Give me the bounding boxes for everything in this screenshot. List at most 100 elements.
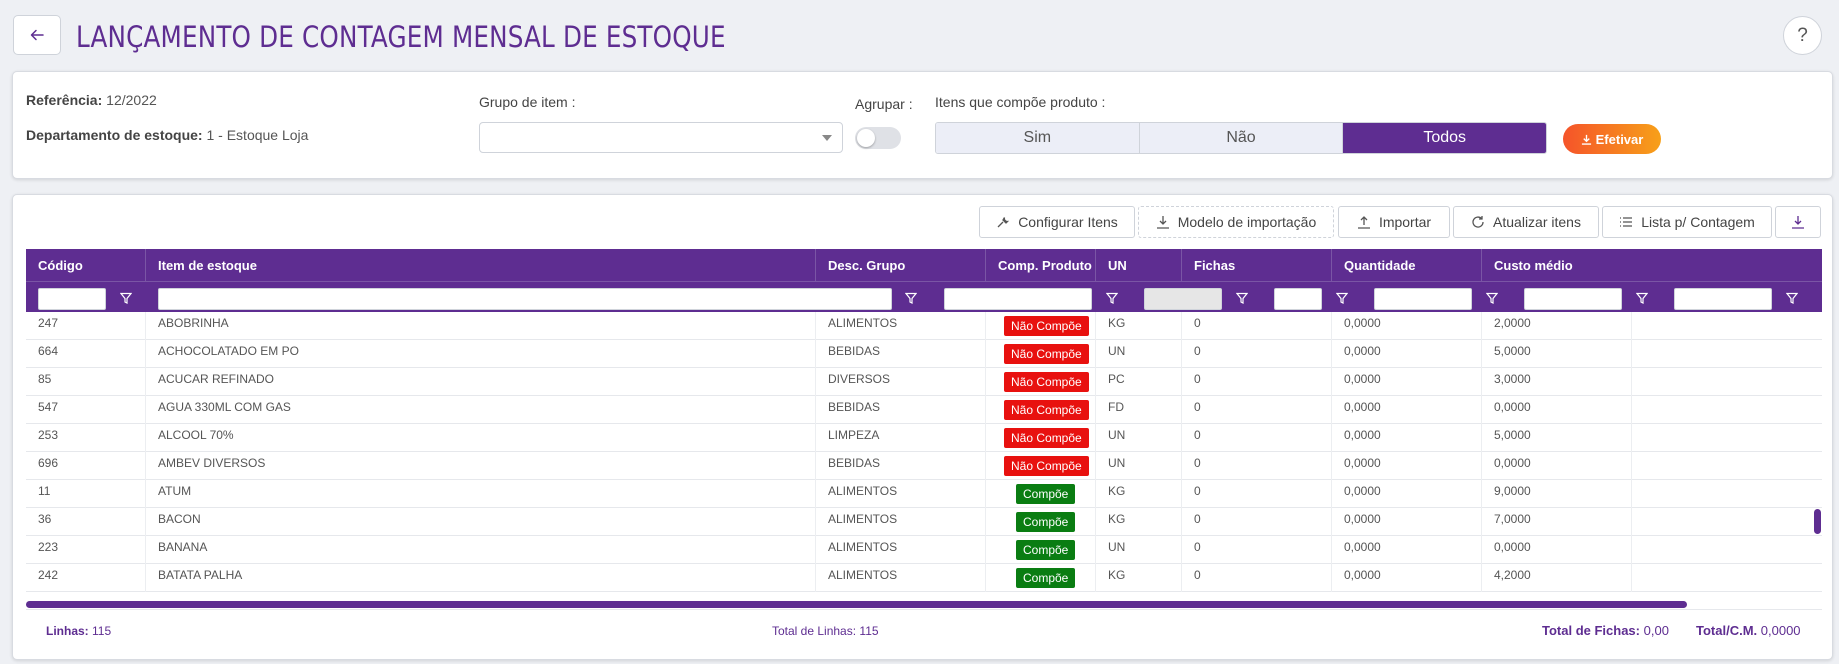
import-model-button[interactable]: Modelo de importação — [1138, 206, 1334, 238]
col-header-fichas[interactable]: Fichas — [1182, 249, 1332, 281]
top-bar: LANÇAMENTO DE CONTAGEM MENSAL DE ESTOQUE… — [0, 0, 1839, 70]
cell-qty[interactable]: 0,0000 — [1332, 312, 1482, 340]
cell-cost[interactable]: 2,0000 — [1482, 312, 1632, 340]
table-row[interactable]: 664 ACHOCOLATADO EM PO BEBIDAS Não Compõe UN… — [26, 340, 1822, 368]
table-row[interactable]: 36 BACON ALIMENTOS Compõe KG 0 0,0000 7,0000 — [26, 508, 1822, 536]
col-header-item[interactable]: Item de estoque — [146, 249, 816, 281]
group-by-toggle[interactable] — [855, 127, 901, 149]
cell-fichas[interactable]: 0 — [1182, 452, 1332, 480]
group-select[interactable] — [479, 122, 843, 153]
cell-cost[interactable]: 5,0000 — [1482, 424, 1632, 452]
comp-status-badge: Compõe — [1016, 512, 1076, 532]
cell-fichas[interactable]: 0 — [1182, 340, 1332, 368]
group-by-label: Agrupar : — [855, 96, 913, 112]
table-row[interactable]: 85 ACUCAR REFINADO DIVERSOS Não Compõe PC 0 0,… — [26, 368, 1822, 396]
cell-fichas[interactable]: 0 — [1182, 480, 1332, 508]
cell-comp: Não Compõe — [986, 312, 1096, 340]
cell-qty[interactable]: 0,0000 — [1332, 368, 1482, 396]
filter-qty-input[interactable] — [1524, 288, 1622, 310]
compose-option-todos[interactable]: Todos — [1343, 123, 1546, 153]
filter-item-input[interactable] — [158, 288, 892, 310]
col-header-un[interactable]: UN — [1096, 249, 1182, 281]
filter-icon[interactable] — [1486, 292, 1498, 304]
total-fichas: Total de Fichas: 0,00 — [1542, 623, 1669, 638]
cell-qty[interactable]: 0,0000 — [1332, 452, 1482, 480]
table-row[interactable]: 247 ABOBRINHA ALIMENTOS Não Compõe KG 0 0,0000… — [26, 312, 1822, 340]
cell-qty[interactable]: 0,0000 — [1332, 480, 1482, 508]
compose-option-sim[interactable]: Sim — [936, 123, 1140, 153]
filter-icon[interactable] — [1336, 292, 1348, 304]
comp-status-badge: Compõe — [1016, 484, 1076, 504]
cell-code: 11 — [26, 480, 146, 508]
cell-cost[interactable]: 9,0000 — [1482, 480, 1632, 508]
table-row[interactable]: 242 BATATA PALHA ALIMENTOS Compõe KG 0 0,0000 4… — [26, 564, 1822, 592]
col-header-code[interactable]: Código — [26, 249, 146, 281]
table-row[interactable]: 547 AGUA 330ML COM GAS BEBIDAS Não Compõe FD… — [26, 396, 1822, 424]
export-button[interactable] — [1775, 206, 1821, 238]
col-header-comp[interactable]: Comp. Produto — [986, 249, 1096, 281]
cell-un: PC — [1096, 368, 1182, 396]
filter-group-input[interactable] — [944, 288, 1092, 310]
cell-fichas[interactable]: 0 — [1182, 424, 1332, 452]
refresh-items-button[interactable]: Atualizar itens — [1453, 206, 1599, 238]
toggle-knob — [857, 129, 875, 147]
cell-cost[interactable]: 0,0000 — [1482, 396, 1632, 424]
filter-icon[interactable] — [1236, 292, 1248, 304]
table-row[interactable]: 253 ALCOOL 70% LIMPEZA Não Compõe UN 0 0,0000 5… — [26, 424, 1822, 452]
cell-qty[interactable]: 0,0000 — [1332, 564, 1482, 592]
cell-qty[interactable]: 0,0000 — [1332, 424, 1482, 452]
cell-cost[interactable]: 0,0000 — [1482, 536, 1632, 564]
filter-fichas-input[interactable] — [1374, 288, 1472, 310]
import-button[interactable]: Importar — [1338, 206, 1450, 238]
filter-icon[interactable] — [1106, 292, 1118, 304]
cell-cost[interactable]: 5,0000 — [1482, 340, 1632, 368]
cell-comp: Compõe — [986, 536, 1096, 564]
filter-code-input[interactable] — [38, 288, 106, 310]
table-row[interactable]: 223 BANANA ALIMENTOS Compõe UN 0 0,0000 0,0000 — [26, 536, 1822, 564]
cell-qty[interactable]: 0,0000 — [1332, 396, 1482, 424]
col-header-qty[interactable]: Quantidade — [1332, 249, 1482, 281]
lines-value: 115 — [92, 624, 112, 638]
vertical-scrollbar-thumb[interactable] — [1814, 509, 1821, 534]
cell-qty[interactable]: 0,0000 — [1332, 508, 1482, 536]
col-header-group[interactable]: Desc. Grupo — [816, 249, 986, 281]
filter-icon[interactable] — [1786, 292, 1798, 304]
table-body: 247 ABOBRINHA ALIMENTOS Não Compõe KG 0 0,0000… — [26, 312, 1822, 602]
filter-cost-input[interactable] — [1674, 288, 1772, 310]
table-footer: Linhas: 115 Total de Linhas: 115 Total d… — [26, 609, 1822, 649]
chevron-down-icon — [822, 135, 832, 141]
cell-fichas[interactable]: 0 — [1182, 536, 1332, 564]
back-button[interactable] — [13, 15, 61, 55]
cell-cost[interactable]: 0,0000 — [1482, 452, 1632, 480]
cell-un: UN — [1096, 452, 1182, 480]
cell-group: ALIMENTOS — [816, 480, 986, 508]
col-header-cost[interactable]: Custo médio — [1482, 249, 1632, 281]
total-lines-value: 115 — [859, 624, 879, 638]
table-row[interactable]: 696 AMBEV DIVERSOS BEBIDAS Não Compõe UN 0 0,0… — [26, 452, 1822, 480]
cell-fichas[interactable]: 0 — [1182, 312, 1332, 340]
count-list-button[interactable]: Lista p/ Contagem — [1602, 206, 1772, 238]
cell-qty[interactable]: 0,0000 — [1332, 340, 1482, 368]
table-row[interactable]: 11 ATUM ALIMENTOS Compõe KG 0 0,0000 9,0000 — [26, 480, 1822, 508]
cell-group: BEBIDAS — [816, 452, 986, 480]
filter-icon[interactable] — [120, 292, 132, 304]
cell-qty[interactable]: 0,0000 — [1332, 536, 1482, 564]
cell-comp: Compõe — [986, 564, 1096, 592]
compose-option-nao[interactable]: Não — [1139, 123, 1344, 153]
cell-fichas[interactable]: 0 — [1182, 368, 1332, 396]
help-button[interactable]: ? — [1783, 16, 1822, 55]
cell-cost[interactable]: 3,0000 — [1482, 368, 1632, 396]
configure-items-button[interactable]: Configurar Itens — [979, 206, 1135, 238]
cell-fichas[interactable]: 0 — [1182, 508, 1332, 536]
cell-fichas[interactable]: 0 — [1182, 564, 1332, 592]
efetivar-button[interactable]: Efetivar — [1563, 124, 1661, 154]
cell-cost[interactable]: 4,2000 — [1482, 564, 1632, 592]
filter-icon[interactable] — [1636, 292, 1648, 304]
filter-icon[interactable] — [905, 292, 917, 304]
cell-item: ACHOCOLATADO EM PO — [146, 340, 816, 368]
horizontal-scrollbar-thumb[interactable] — [26, 601, 1687, 608]
cell-cost[interactable]: 7,0000 — [1482, 508, 1632, 536]
cell-fichas[interactable]: 0 — [1182, 396, 1332, 424]
cell-item: AMBEV DIVERSOS — [146, 452, 816, 480]
filter-un-input[interactable] — [1274, 288, 1322, 310]
